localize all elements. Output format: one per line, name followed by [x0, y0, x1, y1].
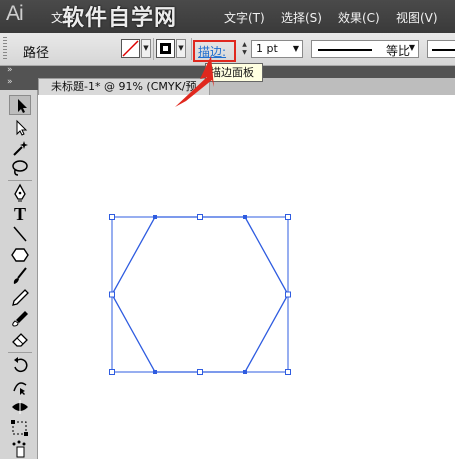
divider: [8, 180, 32, 181]
lasso-tool-icon[interactable]: [9, 158, 31, 178]
menu-select[interactable]: 选择(S): [281, 9, 322, 26]
stroke-panel-tooltip: 描边面板: [205, 63, 263, 82]
type-tool-icon[interactable]: T: [9, 203, 31, 223]
chevron-down-icon: ▼: [408, 43, 415, 52]
tools-panel-header: »: [0, 77, 38, 90]
annotation-highlight-box: [193, 40, 236, 62]
menu-effect[interactable]: 效果(C): [338, 9, 380, 26]
artboard-canvas[interactable]: [38, 95, 455, 459]
magic-wand-tool-icon[interactable]: [9, 138, 31, 158]
stroke-weight-select[interactable]: 1 pt ▼: [251, 40, 303, 58]
document-tab[interactable]: 未标题-1* @ 91% (CMYK/预: [38, 78, 210, 95]
tools-panel: » T: [0, 77, 38, 459]
pencil-tool-icon[interactable]: [9, 287, 31, 307]
hexagon-shape[interactable]: [111, 216, 289, 373]
line-segment-tool-icon[interactable]: [9, 224, 31, 244]
stroke-swatch-inner: [160, 43, 171, 54]
double-chevron-icon[interactable]: »: [7, 77, 13, 87]
fill-dropdown-button[interactable]: ▼: [141, 39, 151, 58]
brush-line-preview: [432, 49, 455, 51]
divider: [191, 38, 192, 60]
variable-width-profile-select[interactable]: 等比 ▼: [311, 40, 419, 58]
divider: [153, 38, 154, 60]
double-chevron-icon[interactable]: »: [7, 65, 13, 75]
watermark: 软件自学网: [62, 6, 178, 31]
menu-type[interactable]: 文字(T): [224, 9, 265, 26]
selection-tool-icon[interactable]: [9, 95, 31, 115]
reshape-tool-icon[interactable]: [9, 376, 31, 396]
control-bar-grip[interactable]: [3, 37, 7, 61]
fill-swatch[interactable]: [121, 39, 140, 58]
paintbrush-tool-icon[interactable]: [9, 266, 31, 286]
stroke-swatch[interactable]: [156, 39, 175, 58]
free-transform-tool-icon[interactable]: [9, 418, 31, 438]
app-logo: Ai: [6, 2, 24, 25]
symbol-sprayer-tool-icon[interactable]: [9, 439, 31, 459]
divider: [8, 352, 32, 353]
pen-tool-icon[interactable]: [9, 183, 31, 203]
svg-text:T: T: [14, 204, 26, 223]
stroke-dropdown-button[interactable]: ▼: [176, 39, 186, 58]
eraser-tool-icon[interactable]: [9, 329, 31, 349]
menu-bar: Ai 文件 软件自学网 文字(T) 选择(S) 效果(C) 视图(V): [0, 0, 455, 33]
artwork-layer: [109, 214, 291, 375]
blob-brush-tool-icon[interactable]: [9, 308, 31, 328]
width-tool-icon[interactable]: [9, 397, 31, 417]
profile-label: 等比: [386, 44, 411, 58]
rotate-tool-icon[interactable]: [9, 355, 31, 375]
brush-definition-select[interactable]: [427, 40, 455, 58]
profile-line-preview: [318, 49, 372, 51]
menu-view[interactable]: 视图(V): [396, 9, 438, 26]
no-fill-icon: [122, 40, 139, 57]
stroke-weight-value: 1 pt: [256, 42, 278, 55]
chevron-down-icon: ▼: [292, 44, 299, 53]
stroke-weight-stepper[interactable]: ▲ ▼: [240, 41, 249, 57]
direct-selection-tool-icon[interactable]: [9, 118, 31, 138]
polygon-tool-icon[interactable]: [9, 245, 31, 265]
selection-type-label: 路径: [23, 46, 50, 61]
